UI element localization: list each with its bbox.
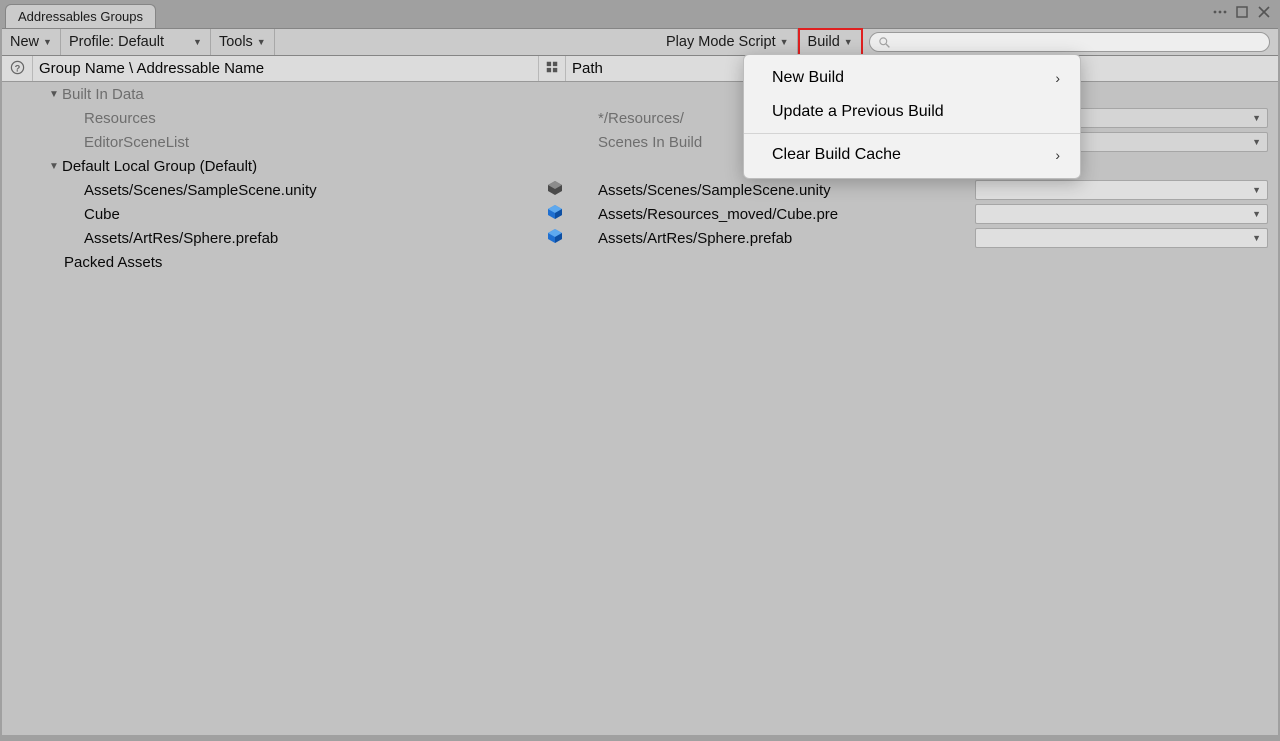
- chevron-down-icon: ▼: [43, 37, 52, 47]
- group-label: Packed Assets: [64, 254, 162, 271]
- chevron-down-icon: ▼: [1252, 113, 1261, 123]
- search-icon: [878, 36, 891, 49]
- profile-prefix: Profile:: [69, 34, 114, 50]
- play-mode-script-dropdown[interactable]: Play Mode Script ▼: [658, 29, 798, 55]
- new-label: New: [10, 34, 39, 50]
- toolbar-spacer: [275, 29, 658, 55]
- chevron-down-icon: ▼: [1252, 209, 1261, 219]
- tools-dropdown[interactable]: Tools ▼: [211, 29, 275, 55]
- prefab-icon: [542, 204, 568, 224]
- close-icon[interactable]: [1256, 4, 1272, 20]
- help-icon[interactable]: ?: [2, 60, 32, 78]
- group-label: Built In Data: [62, 86, 144, 103]
- entry-label: Assets/ArtRes/Sphere.prefab: [84, 230, 278, 247]
- entry-resources[interactable]: Resources */Resources/ ▼: [2, 106, 1278, 130]
- content-area: ▼ Built In Data Resources */Resources/ ▼…: [2, 82, 1278, 735]
- search-field[interactable]: [869, 32, 1270, 52]
- menu-label: New Build: [772, 69, 844, 87]
- chevron-down-icon: ▼: [1252, 233, 1261, 243]
- labels-dropdown[interactable]: ▼: [975, 228, 1268, 248]
- profile-value: Default: [118, 34, 164, 50]
- entry-sphere[interactable]: Assets/ArtRes/Sphere.prefab Assets/ArtRe…: [2, 226, 1278, 250]
- chevron-down-icon: ▼: [257, 37, 266, 47]
- window-controls: [1212, 4, 1272, 20]
- group-default-local[interactable]: ▼ Default Local Group (Default): [2, 154, 1278, 178]
- column-name-header[interactable]: Group Name \ Addressable Name: [33, 60, 538, 77]
- group-label: Default Local Group (Default): [62, 158, 257, 175]
- chevron-down-icon: ▼: [1252, 185, 1261, 195]
- playmode-label: Play Mode Script: [666, 34, 776, 50]
- entry-label: Resources: [84, 110, 156, 127]
- chevron-down-icon: ▼: [1252, 137, 1261, 147]
- entry-samplescene[interactable]: Assets/Scenes/SampleScene.unity Assets/S…: [2, 178, 1278, 202]
- entry-path: Assets/Resources_moved/Cube.pre: [598, 206, 975, 223]
- addressables-window: Addressables Groups New ▼ Profile: Defaul…: [0, 0, 1280, 741]
- entry-label: Cube: [84, 206, 120, 223]
- chevron-right-icon: ›: [1055, 147, 1060, 163]
- prefab-icon: [542, 228, 568, 248]
- labels-dropdown[interactable]: ▼: [975, 180, 1268, 200]
- group-packed-assets[interactable]: Packed Assets: [2, 250, 1278, 274]
- entry-path: Assets/ArtRes/Sphere.prefab: [598, 230, 975, 247]
- menu-label: Clear Build Cache: [772, 146, 901, 164]
- tools-label: Tools: [219, 34, 253, 50]
- column-icon-header[interactable]: [539, 60, 565, 77]
- toolbar: New ▼ Profile: Default ▼ Tools ▼ Play Mode…: [2, 28, 1278, 56]
- entry-editorscenelist[interactable]: EditorSceneList Scenes In Build ▼: [2, 130, 1278, 154]
- maximize-icon[interactable]: [1234, 4, 1250, 20]
- new-dropdown[interactable]: New ▼: [2, 29, 61, 55]
- svg-text:?: ?: [14, 63, 20, 73]
- menu-new-build[interactable]: New Build ›: [744, 61, 1080, 95]
- menu-clear-build-cache[interactable]: Clear Build Cache ›: [744, 138, 1080, 172]
- column-header: ? Group Name \ Addressable Name Path: [2, 56, 1278, 82]
- labels-dropdown[interactable]: ▼: [975, 204, 1268, 224]
- search-input[interactable]: [895, 35, 1261, 49]
- entry-cube[interactable]: Cube Assets/Resources_moved/Cube.pre ▼: [2, 202, 1278, 226]
- profile-dropdown[interactable]: Profile: Default ▼: [61, 29, 211, 55]
- chevron-down-icon: ▼: [780, 37, 789, 47]
- foldout-icon[interactable]: ▼: [48, 161, 60, 172]
- menu-separator: [744, 133, 1080, 134]
- foldout-icon[interactable]: ▼: [48, 89, 60, 100]
- build-label: Build: [808, 34, 840, 50]
- entry-label: Assets/Scenes/SampleScene.unity: [84, 182, 317, 199]
- chevron-down-icon: ▼: [193, 37, 202, 47]
- build-menu: New Build › Update a Previous Build Clea…: [743, 54, 1081, 179]
- tab-addressables-groups[interactable]: Addressables Groups: [5, 4, 156, 28]
- window-tabbar: Addressables Groups: [2, 2, 1278, 28]
- tab-label: Addressables Groups: [18, 9, 143, 24]
- chevron-down-icon: ▼: [844, 37, 853, 47]
- context-menu-icon[interactable]: [1212, 4, 1228, 20]
- entry-path: Assets/Scenes/SampleScene.unity: [598, 182, 975, 199]
- menu-update-previous-build[interactable]: Update a Previous Build: [744, 95, 1080, 129]
- group-builtin[interactable]: ▼ Built In Data: [2, 82, 1278, 106]
- build-dropdown[interactable]: Build ▼: [798, 28, 863, 56]
- scene-icon: [542, 180, 568, 200]
- menu-label: Update a Previous Build: [772, 103, 944, 121]
- entry-label: EditorSceneList: [84, 134, 189, 151]
- chevron-right-icon: ›: [1055, 70, 1060, 86]
